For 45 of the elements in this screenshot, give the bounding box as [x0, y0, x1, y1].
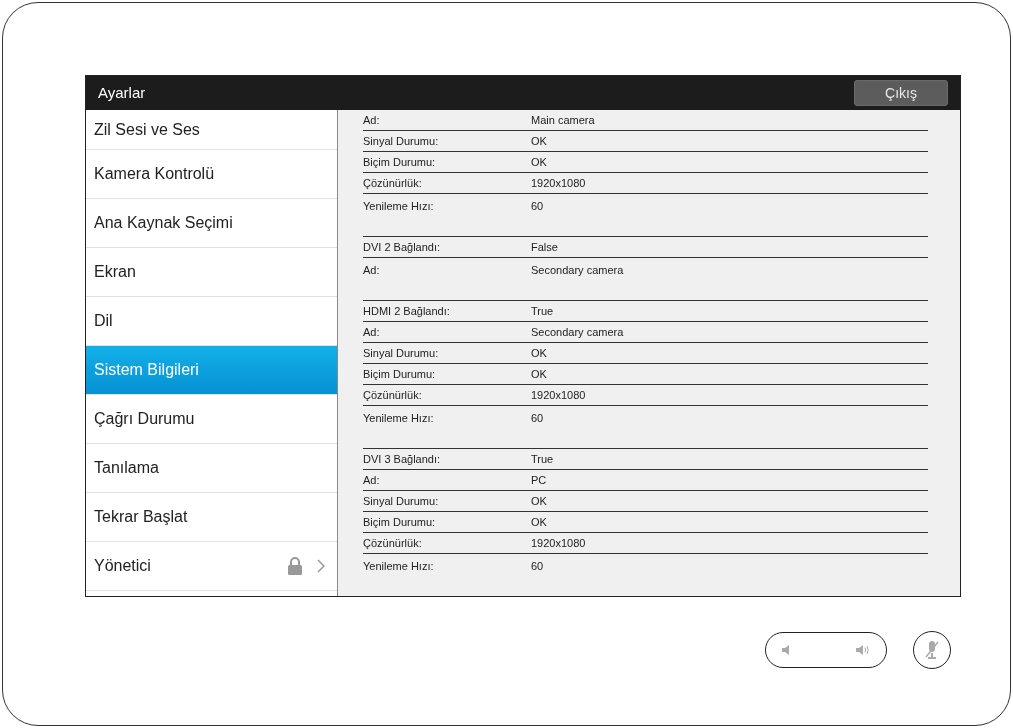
info-label: Yenileme Hızı: [363, 199, 435, 214]
info-label: Biçim Durumu: [363, 154, 437, 170]
info-label: DVI 3 Bağlandı: [363, 451, 442, 467]
info-label: Yenileme Hızı: [363, 411, 435, 426]
info-value: OK [531, 493, 547, 509]
info-value: Secondary camera [531, 324, 624, 340]
info-label: Biçim Durumu: [363, 514, 437, 530]
info-value: 1920x1080 [531, 387, 586, 403]
lock-icon [287, 557, 303, 575]
info-value: 1920x1080 [531, 535, 586, 551]
info-value: PC [531, 472, 547, 488]
info-label: DVI 2 Bağlandı: [363, 239, 442, 255]
microphone-muted-icon [924, 640, 940, 660]
info-value: OK [531, 133, 547, 149]
info-label: Ad: [363, 263, 381, 278]
chevron-right-icon [317, 559, 325, 573]
info-value: 60 [531, 411, 544, 426]
info-label: Çözünürlük: [363, 535, 423, 551]
info-label: Ad: [363, 472, 381, 488]
info-value: OK [531, 366, 547, 382]
info-value: 60 [531, 199, 544, 214]
info-value: 60 [531, 559, 544, 574]
info-label: Çözünürlük: [363, 387, 423, 403]
info-value: True [531, 451, 554, 467]
info-label: HDMI 2 Bağlandı: [363, 303, 451, 319]
info-value: 1920x1080 [531, 175, 586, 191]
info-label: Ad: [363, 324, 381, 340]
info-label: Ad: [363, 112, 381, 128]
info-label: Çözünürlük: [363, 175, 423, 191]
info-label: Biçim Durumu: [363, 366, 437, 382]
speaker-high-icon [856, 644, 870, 656]
info-value: OK [531, 345, 547, 361]
info-value: OK [531, 154, 547, 170]
exit-button[interactable]: Çıkış [854, 80, 948, 106]
header-title: Ayarlar [98, 82, 146, 103]
info-label: Yenileme Hızı: [363, 559, 435, 574]
info-value: False [531, 239, 558, 255]
info-label: Sinyal Durumu: [363, 133, 440, 149]
info-label: Sinyal Durumu: [363, 345, 440, 361]
info-value: Secondary camera [531, 263, 624, 278]
info-value: True [531, 303, 554, 319]
info-value: OK [531, 514, 547, 530]
speaker-low-icon [782, 645, 790, 655]
info-value: Main camera [531, 112, 595, 128]
info-label: Sinyal Durumu: [363, 493, 440, 509]
